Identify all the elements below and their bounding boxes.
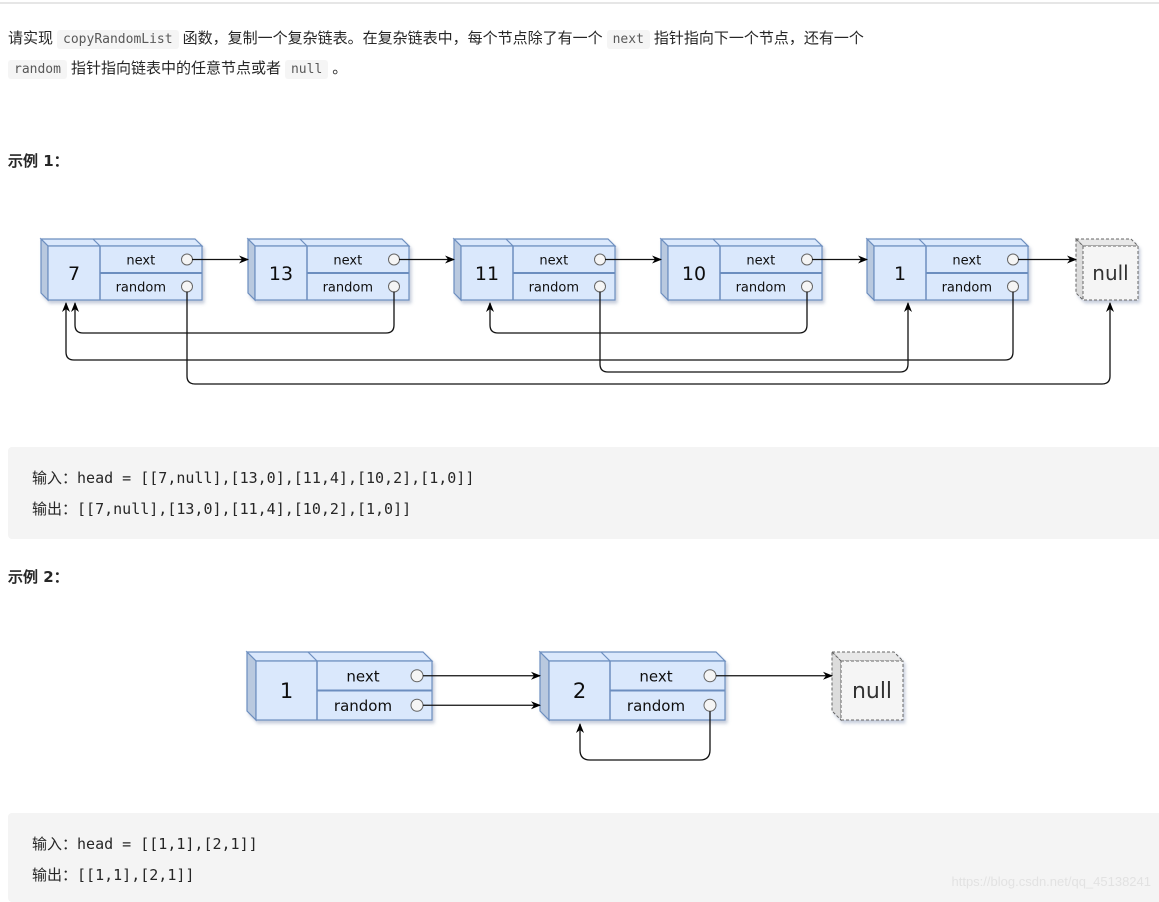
next-pointer-dot — [1007, 253, 1019, 266]
input-value: head = [[1,1],[2,1]] — [77, 835, 258, 853]
node-random-label: random — [627, 697, 685, 715]
random-pointer-dot — [801, 280, 813, 293]
inline-code-null: null — [284, 60, 329, 79]
example-1-output-line: 输出：[[7,null],[13,0],[11,4],[10,2],[1,0]] — [32, 498, 411, 519]
input-label: 输入： — [32, 469, 78, 487]
random-pointer-dot — [594, 280, 606, 293]
random-pointer-dot — [703, 698, 717, 712]
node-value: 11 — [475, 263, 499, 285]
ex2-node-0: 1 next random — [245, 650, 434, 722]
ex2-null-node: null — [830, 650, 905, 722]
output-label: 输出： — [32, 500, 78, 518]
node-next-label: next — [952, 253, 981, 268]
node-top-face — [39, 238, 204, 247]
inline-code-next: next — [606, 30, 650, 49]
null-side-face — [1075, 237, 1084, 302]
node-random-label: random — [529, 280, 579, 295]
example-1-heading: 示例 1： — [8, 152, 69, 170]
output-label: 输出： — [32, 866, 78, 884]
node-value: 2 — [573, 679, 586, 703]
node-top-face — [245, 651, 434, 662]
watermark: https://blog.csdn.net/qq_45138241 — [951, 874, 1152, 889]
next-pointer-dot — [388, 253, 400, 266]
example-2-output-line: 输出：[[1,1],[2,1]] — [32, 864, 194, 885]
node-top-face — [452, 238, 617, 247]
node-side-face — [453, 237, 462, 302]
example-2-diagram: 1 next random 2 next random null — [245, 650, 905, 761]
node-side-face — [246, 650, 257, 722]
example-2-input-line: 输入：head = [[1,1],[2,1]] — [32, 833, 258, 854]
node-random-label: random — [323, 280, 373, 295]
node-top-face — [659, 238, 824, 247]
random-pointer-dot — [181, 280, 193, 293]
node-next-label: next — [333, 253, 362, 268]
next-pointer-dot — [801, 253, 813, 266]
node-random-label: random — [116, 280, 166, 295]
example-1-code-block: 输入：head = [[7,null],[13,0],[11,4],[10,2]… — [8, 447, 1159, 539]
null-label: null — [1092, 261, 1128, 285]
null-top-face — [1074, 238, 1140, 247]
null-side-face — [831, 650, 842, 722]
node-random-label: random — [736, 280, 786, 295]
problem-description: 请实现 copyRandomList 函数，复制一个复杂链表。在复杂链表中，每个节点… — [8, 24, 1148, 84]
desc-text-1: 请实现 — [8, 29, 54, 47]
node-random-label: random — [942, 280, 992, 295]
node-side-face — [247, 237, 256, 302]
node-top-face — [246, 238, 411, 247]
example-1-diagram: 7 next random 13 next random 11 next random 10 nex… — [39, 237, 1140, 385]
next-pointer-dot — [594, 253, 606, 266]
example-2-heading: 示例 2： — [8, 568, 69, 586]
node-side-face — [40, 237, 49, 302]
node-top-face — [865, 238, 1030, 247]
next-pointer-dot — [181, 253, 193, 266]
node-value: 7 — [68, 263, 80, 285]
node-random-label: random — [334, 697, 392, 715]
inline-code-random: random — [8, 60, 67, 79]
ex1-node-1: 13 next random — [246, 237, 411, 302]
random-pointer-dot — [388, 280, 400, 293]
node-value: 1 — [894, 263, 906, 285]
next-pointer-dot — [410, 669, 424, 683]
input-value: head = [[7,null],[13,0],[11,4],[10,2],[1… — [77, 469, 475, 487]
node-side-face — [660, 237, 669, 302]
desc-text-5: 。 — [332, 59, 348, 77]
ex1-node-3: 10 next random — [659, 237, 824, 302]
node-next-label: next — [746, 253, 775, 268]
node-next-label: next — [539, 253, 568, 268]
desc-text-4: 指针指向链表中的任意节点或者 — [70, 59, 281, 77]
node-value: 1 — [280, 679, 293, 703]
ex1-node-4: 1 next random — [865, 237, 1030, 302]
inline-code-function: copyRandomList — [57, 30, 179, 49]
ex1-random-arrow-0 — [186, 291, 1114, 385]
node-side-face — [539, 650, 550, 722]
next-pointer-dot — [703, 669, 717, 683]
node-next-label: next — [639, 667, 672, 685]
ex1-node-0: 7 next random — [39, 237, 204, 302]
node-next-label: next — [126, 253, 155, 268]
node-next-label: next — [346, 667, 379, 685]
desc-text-2: 函数，复制一个复杂链表。在复杂链表中，每个节点除了有一个 — [182, 29, 603, 47]
node-value: 10 — [682, 263, 706, 285]
ex1-random-arrow-4 — [62, 291, 1014, 361]
random-pointer-dot — [1007, 280, 1019, 293]
output-value: [[7,null],[13,0],[11,4],[10,2],[1,0]] — [77, 500, 412, 518]
null-label: null — [852, 679, 892, 704]
top-divider — [0, 2, 1159, 4]
input-label: 输入： — [32, 835, 78, 853]
ex2-node-1: 2 next random — [538, 650, 727, 722]
null-top-face — [830, 651, 905, 662]
node-side-face — [866, 237, 875, 302]
node-value: 13 — [269, 263, 293, 285]
ex1-node-2: 11 next random — [452, 237, 617, 302]
output-value: [[1,1],[2,1]] — [77, 866, 195, 884]
example-1-input-line: 输入：head = [[7,null],[13,0],[11,4],[10,2]… — [32, 467, 474, 488]
node-top-face — [538, 651, 727, 662]
random-pointer-dot — [410, 698, 424, 712]
desc-text-3: 指针指向下一个节点，还有一个 — [653, 29, 864, 47]
ex1-null-node: null — [1074, 237, 1140, 302]
